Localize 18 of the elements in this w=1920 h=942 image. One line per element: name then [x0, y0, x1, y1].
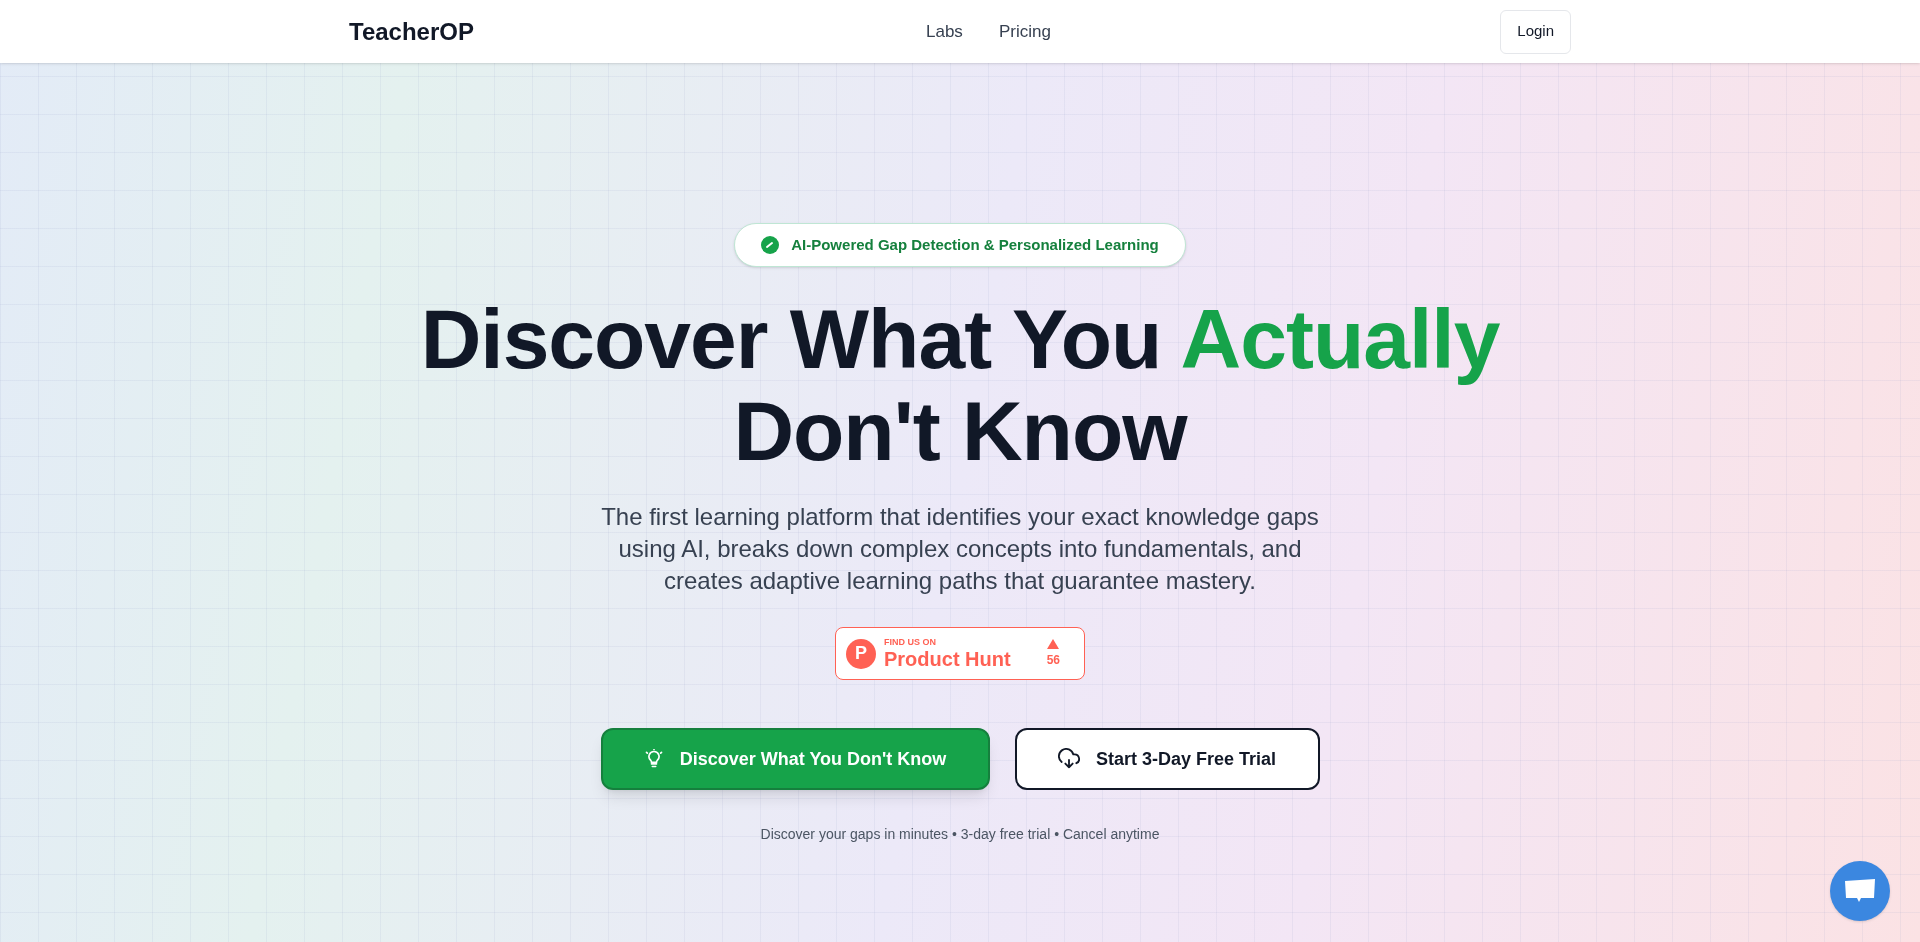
site-logo[interactable]: TeacherOP	[349, 13, 474, 50]
vote-count: 56	[1046, 651, 1060, 669]
upvote-icon	[1047, 638, 1060, 649]
badge-title: Product Hunt	[884, 649, 1011, 669]
hero-heading: Discover What You Actually Don't Know	[420, 293, 1500, 477]
chat-button[interactable]	[1830, 861, 1890, 921]
hero-description: The first learning platform that identifies your exact knowledge gaps using AI, breaks down complex concepts into fundamentals, and creates adaptive learning paths that guarantee mastery.	[600, 502, 1320, 596]
badge-kicker: FIND US ON	[884, 638, 937, 647]
cloud-download-icon	[1057, 748, 1080, 770]
login-button[interactable]: Login	[1500, 9, 1571, 54]
trial-note: Discover your gaps in minutes • 3-day free trial • Cancel anytime	[760, 825, 1160, 844]
nav-link[interactable]: Labs	[926, 18, 963, 45]
nav-link[interactable]: Pricing	[998, 18, 1051, 45]
product-hunt-logo: P	[846, 638, 876, 669]
secondary-button[interactable]: Start 3-Day Free Trial	[1014, 728, 1320, 790]
check-badge-icon	[761, 236, 780, 254]
badge-text: AI-Powered Gap Detection & Personalized Learning	[791, 234, 1159, 255]
lightbulb-icon	[643, 749, 664, 769]
